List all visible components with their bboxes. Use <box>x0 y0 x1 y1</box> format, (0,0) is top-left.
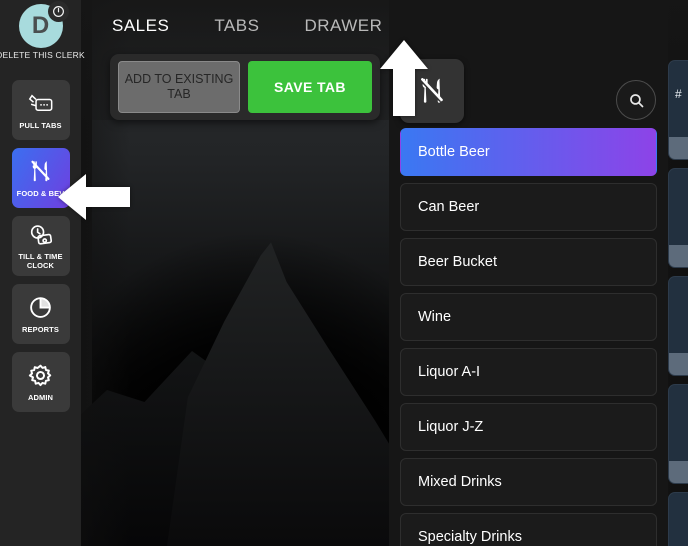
item-card[interactable]: # <box>668 60 688 160</box>
category-item-liquor-a-i[interactable]: Liquor A-I <box>400 348 657 396</box>
till-clock-icon <box>28 222 53 248</box>
tab-sales[interactable]: SALES <box>112 16 169 36</box>
pos-app-window: SALES TABS DRAWER TOOLS ADD TO EXISTING … <box>0 0 688 546</box>
sidebar-item-label: REPORTS <box>22 324 59 334</box>
reports-icon <box>28 295 53 321</box>
category-panel-header <box>389 0 668 123</box>
item-card-footer <box>669 245 688 267</box>
item-card-label <box>669 493 688 519</box>
power-badge-icon[interactable] <box>47 1 69 22</box>
category-item-can-beer[interactable]: Can Beer <box>400 183 657 231</box>
tab-action-bar: ADD TO EXISTING TAB SAVE TAB <box>110 54 380 120</box>
item-card-label: # <box>675 87 682 101</box>
item-card-label <box>669 277 688 303</box>
sidebar-item-reports[interactable]: REPORTS <box>11 284 70 344</box>
category-item-label: Mixed Drinks <box>418 474 502 490</box>
item-card[interactable] <box>668 492 688 546</box>
pull-tabs-icon <box>28 91 53 117</box>
sidebar-item-admin[interactable]: ADMIN <box>11 352 70 412</box>
category-item-specialty-drinks[interactable]: Specialty Drinks <box>400 513 657 546</box>
sidebar-item-label: ADMIN <box>27 392 54 402</box>
sidebar-item-label: PULL TABS <box>19 120 62 130</box>
category-item-label: Bottle Beer <box>418 144 490 160</box>
sidebar-item-till-time-clock[interactable]: TILL & TIME CLOCK <box>11 216 70 276</box>
category-item-bottle-beer[interactable]: Bottle Beer <box>400 128 657 176</box>
clerk-block[interactable]: D DELETE THIS CLERK <box>0 0 85 72</box>
category-item-label: Specialty Drinks <box>418 529 522 545</box>
add-to-existing-tab-button[interactable]: ADD TO EXISTING TAB <box>118 61 240 113</box>
item-card-footer <box>669 137 688 159</box>
category-item-label: Liquor J-Z <box>418 419 484 435</box>
category-panel: Bottle Beer Can Beer Beer Bucket Wine Li… <box>389 0 668 546</box>
item-card-footer <box>669 461 688 483</box>
tab-tabs[interactable]: TABS <box>214 16 259 36</box>
category-item-wine[interactable]: Wine <box>400 293 657 341</box>
search-button[interactable] <box>616 80 656 120</box>
sidebar-item-pull-tabs[interactable]: PULL TABS <box>11 80 70 140</box>
item-card-label <box>669 169 688 195</box>
category-item-liquor-j-z[interactable]: Liquor J-Z <box>400 403 657 451</box>
item-card-column: # <box>668 60 688 546</box>
category-item-label: Beer Bucket <box>418 254 497 270</box>
sidebar-item-label: FOOD & BEV <box>16 188 65 198</box>
save-tab-button[interactable]: SAVE TAB <box>248 61 372 113</box>
category-list[interactable]: Bottle Beer Can Beer Beer Bucket Wine Li… <box>389 128 668 546</box>
tab-tabs-label: TABS <box>214 16 260 35</box>
item-card-label <box>669 385 688 411</box>
item-card[interactable] <box>668 384 688 484</box>
search-icon <box>629 93 643 107</box>
category-item-label: Liquor A-I <box>418 364 481 380</box>
tab-drawer[interactable]: DRAWER <box>304 16 382 36</box>
item-card-footer <box>669 353 688 375</box>
item-card[interactable] <box>668 276 688 376</box>
tab-drawer-label: DRAWER <box>304 16 383 35</box>
sidebar-item-food-bev[interactable]: FOOD & BEV <box>11 148 70 208</box>
sidebar-item-label: TILL & TIME CLOCK <box>18 252 63 270</box>
left-sidebar: D DELETE THIS CLERK PULL TABS FOOD & BEV… <box>0 0 85 546</box>
tab-sales-label: SALES <box>112 16 170 35</box>
category-item-label: Wine <box>418 309 452 325</box>
category-item-label: Can Beer <box>418 199 480 215</box>
clerk-label: DELETE THIS CLERK <box>0 50 85 60</box>
category-item-mixed-drinks[interactable]: Mixed Drinks <box>400 458 657 506</box>
fork-knife-icon <box>400 59 464 123</box>
avatar-wrap: D <box>18 1 69 48</box>
item-card[interactable] <box>668 168 688 268</box>
food-bev-icon <box>28 159 53 185</box>
category-item-beer-bucket[interactable]: Beer Bucket <box>400 238 657 286</box>
gear-icon <box>28 363 53 389</box>
